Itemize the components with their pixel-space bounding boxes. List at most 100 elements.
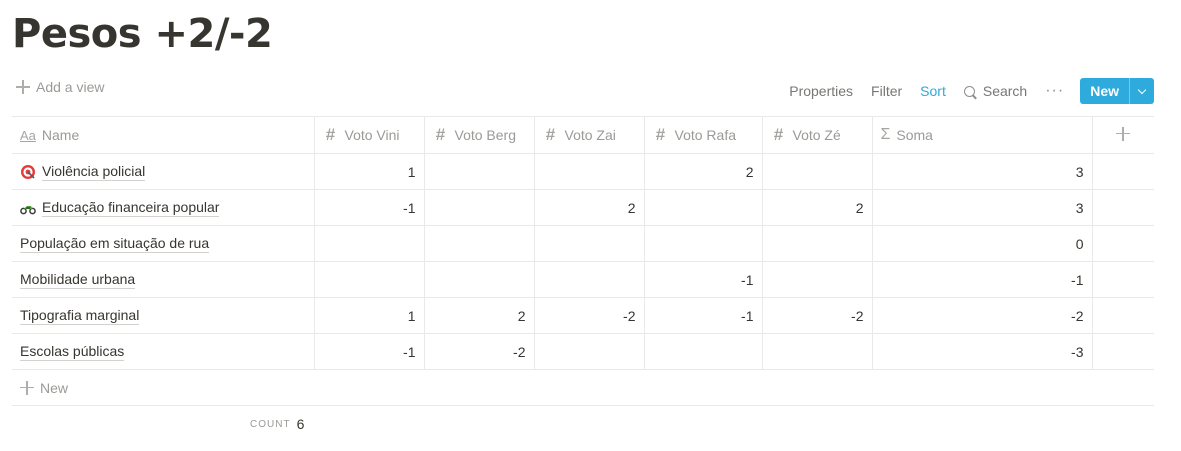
empty-cell (1092, 333, 1154, 370)
new-button-label: New (1090, 83, 1119, 99)
name-cell[interactable]: Educação financeira popular (12, 189, 315, 226)
search-label: Search (982, 83, 1028, 99)
row-title[interactable]: Escolas públicas (20, 343, 125, 361)
soma-cell: 3 (872, 153, 1093, 190)
voto-berg-cell[interactable] (424, 261, 535, 298)
number-icon: # (435, 125, 446, 144)
column-label: Voto Zai (564, 127, 616, 143)
row-title[interactable]: Tipografia marginal (20, 307, 140, 325)
plus-icon (20, 380, 34, 395)
voto-ze-cell[interactable] (762, 225, 873, 262)
new-row-label: New (40, 379, 69, 396)
soma-cell: -3 (872, 333, 1093, 370)
name-cell[interactable]: Violência policial (12, 153, 315, 190)
name-cell[interactable]: Tipografia marginal (12, 297, 315, 334)
voto-zai-cell[interactable] (534, 153, 645, 190)
voto-zai-cell[interactable] (534, 333, 645, 370)
motorcycle-emoji-icon (20, 205, 36, 214)
row-title[interactable]: Violência policial (42, 163, 146, 181)
number-icon: # (545, 125, 556, 144)
voto-zai-cell[interactable]: 2 (534, 189, 645, 226)
soma-cell: -2 (872, 297, 1093, 334)
voto-rafa-cell[interactable] (644, 225, 763, 262)
target-emoji-icon (21, 164, 35, 179)
table-row[interactable]: População em situação de rua 0 (12, 225, 1154, 262)
filter-button[interactable]: Filter (871, 83, 902, 99)
voto-berg-cell[interactable]: -2 (424, 333, 535, 370)
voto-zai-cell[interactable] (534, 225, 645, 262)
column-header-voto-zai[interactable]: # Voto Zai (534, 116, 645, 154)
database-table: Aa Name # Voto Vini # Voto Berg # Voto Zai #… (12, 116, 1154, 406)
soma-cell: 0 (872, 225, 1093, 262)
more-options-icon[interactable]: ··· (1045, 82, 1064, 100)
column-label: Soma (896, 127, 933, 143)
voto-rafa-cell[interactable] (644, 189, 763, 226)
column-header-voto-ze[interactable]: # Voto Zé (762, 116, 873, 154)
column-label: Voto Berg (454, 127, 517, 143)
voto-berg-cell[interactable] (424, 189, 535, 226)
column-header-soma[interactable]: Σ Soma (872, 116, 1093, 154)
voto-vini-cell[interactable]: 1 (314, 153, 425, 190)
voto-ze-cell[interactable]: 2 (762, 189, 873, 226)
soma-cell: -1 (872, 261, 1093, 298)
name-cell[interactable]: Mobilidade urbana (12, 261, 315, 298)
voto-berg-cell[interactable] (424, 153, 535, 190)
voto-ze-cell[interactable] (762, 153, 873, 190)
voto-rafa-cell[interactable]: 2 (644, 153, 763, 190)
sort-button[interactable]: Sort (920, 83, 946, 99)
voto-ze-cell[interactable]: -2 (762, 297, 873, 334)
column-header-voto-vini[interactable]: # Voto Vini (314, 116, 425, 154)
voto-rafa-cell[interactable]: -1 (644, 261, 763, 298)
properties-button[interactable]: Properties (789, 83, 853, 99)
table-row[interactable]: Escolas públicas -1 -2 -3 (12, 333, 1154, 370)
table-row[interactable]: Violência policial 1 2 3 (12, 153, 1154, 190)
table-row[interactable]: Mobilidade urbana -1 -1 (12, 261, 1154, 298)
column-header-name[interactable]: Aa Name (12, 116, 315, 154)
column-label: Voto Zé (792, 127, 841, 143)
name-cell[interactable]: Escolas públicas (12, 333, 315, 370)
voto-rafa-cell[interactable] (644, 333, 763, 370)
search-icon (963, 85, 975, 97)
number-icon: # (773, 125, 784, 144)
voto-vini-cell[interactable] (314, 261, 425, 298)
new-row-button[interactable]: New (12, 369, 1154, 406)
count-value: 6 (296, 416, 305, 432)
count-aggregate[interactable]: COUNT 6 (250, 416, 304, 432)
row-title[interactable]: Educação financeira popular (42, 199, 220, 217)
view-toolbar: Add a view Properties Filter Sort Search… (12, 76, 1154, 106)
row-title[interactable]: Mobilidade urbana (20, 271, 136, 289)
empty-cell (1092, 261, 1154, 298)
column-label: Voto Vini (344, 127, 400, 143)
table-row[interactable]: Tipografia marginal 1 2 -2 -1 -2 -2 (12, 297, 1154, 334)
sigma-icon: Σ (880, 126, 891, 143)
number-icon: # (655, 125, 666, 144)
voto-vini-cell[interactable]: 1 (314, 297, 425, 334)
page-title: Pesos +2/-2 (12, 11, 273, 57)
column-label: Voto Rafa (674, 127, 737, 143)
new-button[interactable]: New (1080, 78, 1154, 104)
voto-zai-cell[interactable]: -2 (534, 297, 645, 334)
new-dropdown-button[interactable] (1129, 78, 1154, 104)
number-icon: # (325, 125, 336, 144)
add-property-button[interactable] (1092, 116, 1154, 154)
voto-vini-cell[interactable] (314, 225, 425, 262)
add-view-button[interactable]: Add a view (16, 79, 104, 95)
column-header-voto-berg[interactable]: # Voto Berg (424, 116, 535, 154)
voto-vini-cell[interactable]: -1 (314, 333, 425, 370)
voto-ze-cell[interactable] (762, 333, 873, 370)
voto-ze-cell[interactable] (762, 261, 873, 298)
table-row[interactable]: Educação financeira popular -1 2 2 3 (12, 189, 1154, 226)
row-title[interactable]: População em situação de rua (20, 235, 210, 253)
name-cell[interactable]: População em situação de rua (12, 225, 315, 262)
empty-cell (1092, 297, 1154, 334)
column-header-voto-rafa[interactable]: # Voto Rafa (644, 116, 763, 154)
plus-icon (16, 80, 30, 94)
voto-berg-cell[interactable]: 2 (424, 297, 535, 334)
empty-cell (1092, 189, 1154, 226)
voto-zai-cell[interactable] (534, 261, 645, 298)
voto-vini-cell[interactable]: -1 (314, 189, 425, 226)
voto-rafa-cell[interactable]: -1 (644, 297, 763, 334)
search-button[interactable]: Search (963, 83, 1028, 99)
voto-berg-cell[interactable] (424, 225, 535, 262)
empty-cell (1092, 225, 1154, 262)
